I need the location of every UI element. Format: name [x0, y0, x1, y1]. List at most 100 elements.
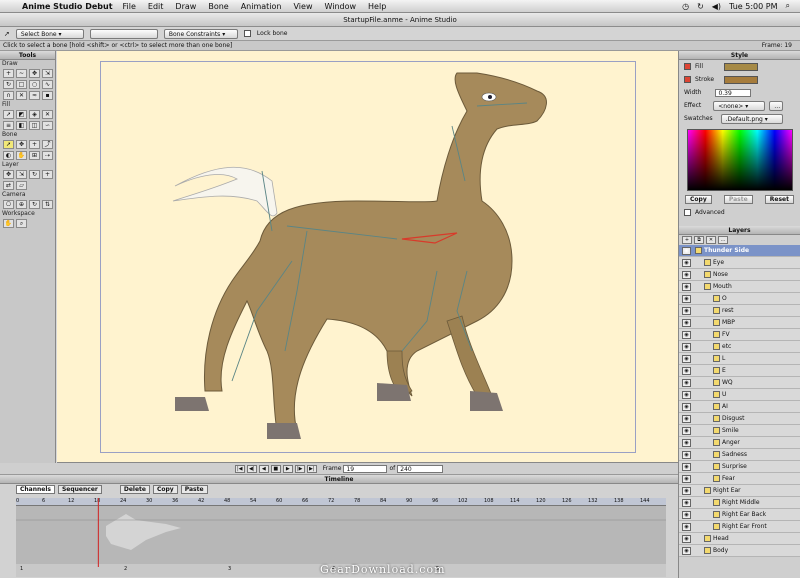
- layer-row[interactable]: ◉ E: [679, 365, 800, 377]
- new-layer-icon[interactable]: +: [682, 236, 692, 244]
- visibility-eye-icon[interactable]: ◉: [682, 438, 691, 447]
- visibility-eye-icon[interactable]: ◉: [682, 294, 691, 303]
- freehand-icon[interactable]: ~: [16, 69, 27, 78]
- delete-layer-icon[interactable]: ✕: [706, 236, 716, 244]
- visibility-eye-icon[interactable]: ◉: [682, 306, 691, 315]
- play-icon[interactable]: ▶: [282, 464, 293, 473]
- menu-view[interactable]: View: [294, 2, 313, 11]
- pan-tilt-camera-icon[interactable]: ⇅: [42, 200, 53, 209]
- visibility-eye-icon[interactable]: ◉: [682, 462, 691, 471]
- layer-row[interactable]: ◉ Nose: [679, 269, 800, 281]
- layer-row[interactable]: ◉ etc: [679, 341, 800, 353]
- layer-settings-icon[interactable]: …: [718, 236, 728, 244]
- hide-edge-icon[interactable]: ◧: [16, 121, 27, 130]
- layer-row[interactable]: ◉ Head: [679, 533, 800, 545]
- stroke-exposure-icon[interactable]: ◫: [29, 121, 40, 130]
- advanced-checkbox[interactable]: [684, 209, 691, 216]
- canvas[interactable]: [57, 51, 678, 463]
- curve-profile-icon[interactable]: ∽: [42, 121, 53, 130]
- lock-bone-checkbox[interactable]: [243, 30, 251, 37]
- layer-row[interactable]: ◉ Thunder Side: [679, 245, 800, 257]
- menu-edit[interactable]: Edit: [148, 2, 164, 11]
- hand-icon[interactable]: ✋: [3, 219, 14, 228]
- layer-row[interactable]: ◉ Anger: [679, 437, 800, 449]
- swatches-dropdown[interactable]: .Default.png ▾: [720, 113, 783, 124]
- visibility-eye-icon[interactable]: ◉: [682, 378, 691, 387]
- layer-row[interactable]: ◉ FV: [679, 329, 800, 341]
- translate-bone-icon[interactable]: ✥: [16, 140, 27, 149]
- delete-edge-icon[interactable]: ✕: [16, 91, 27, 100]
- noise-icon[interactable]: ≈: [29, 91, 40, 100]
- visibility-eye-icon[interactable]: ◉: [682, 474, 691, 483]
- add-point-icon[interactable]: +: [3, 69, 14, 78]
- rewind-icon[interactable]: |◀: [234, 464, 245, 473]
- copy-button[interactable]: Copy: [152, 485, 178, 494]
- offset-bone-icon[interactable]: ⇢: [42, 151, 53, 160]
- oval-icon[interactable]: ○: [29, 80, 40, 89]
- flip-layer-icon[interactable]: ⇄: [3, 181, 14, 190]
- menu-file[interactable]: File: [123, 2, 136, 11]
- fill-color-swatch[interactable]: [724, 62, 758, 71]
- effect-edit-button[interactable]: …: [769, 100, 784, 111]
- layer-row[interactable]: ◉ Smile: [679, 425, 800, 437]
- width-input[interactable]: 0.39: [715, 88, 752, 97]
- stop-icon[interactable]: ■: [270, 464, 281, 473]
- reset-style-button[interactable]: Reset: [764, 195, 794, 204]
- fill-checkbox[interactable]: [684, 63, 691, 70]
- scale-points-icon[interactable]: ⇲: [42, 69, 53, 78]
- paste-style-button[interactable]: Paste: [723, 195, 753, 204]
- bind-layer-icon[interactable]: ⊞: [29, 151, 40, 160]
- layer-row[interactable]: ◉ Right Middle: [679, 497, 800, 509]
- delete-button[interactable]: Delete: [119, 485, 150, 494]
- layer-row[interactable]: ◉ Sadness: [679, 449, 800, 461]
- scale-layer-icon[interactable]: ⇲: [16, 170, 27, 179]
- visibility-eye-icon[interactable]: ◉: [682, 522, 691, 531]
- menu-bone[interactable]: Bone: [208, 2, 228, 11]
- sync-icon[interactable]: ↻: [697, 2, 704, 11]
- visibility-eye-icon[interactable]: ◉: [682, 510, 691, 519]
- visibility-eye-icon[interactable]: ◉: [682, 366, 691, 375]
- add-bone-icon[interactable]: +: [29, 140, 40, 149]
- create-shape-icon[interactable]: ◩: [16, 110, 27, 119]
- color-picker[interactable]: [687, 129, 793, 191]
- layer-row[interactable]: ◉ Body: [679, 545, 800, 557]
- bone-strength-icon[interactable]: ◐: [3, 151, 14, 160]
- menu-animation[interactable]: Animation: [241, 2, 282, 11]
- step-forward-icon[interactable]: |▶: [294, 464, 305, 473]
- visibility-eye-icon[interactable]: ◉: [682, 414, 691, 423]
- visibility-eye-icon[interactable]: ◉: [682, 402, 691, 411]
- track-camera-icon[interactable]: ⎔: [3, 200, 14, 209]
- layer-row[interactable]: ◉ Right Ear: [679, 485, 800, 497]
- layer-row[interactable]: ◉ L: [679, 353, 800, 365]
- menu-window[interactable]: Window: [324, 2, 356, 11]
- line-width-icon[interactable]: ≡: [3, 121, 14, 130]
- menu-help[interactable]: Help: [368, 2, 386, 11]
- set-origin-icon[interactable]: +: [42, 170, 53, 179]
- select-shape-icon[interactable]: ➚: [3, 110, 14, 119]
- select-points-icon[interactable]: ▪: [42, 91, 53, 100]
- menu-draw[interactable]: Draw: [175, 2, 196, 11]
- visibility-eye-icon[interactable]: ◉: [682, 426, 691, 435]
- visibility-eye-icon[interactable]: ◉: [682, 246, 691, 255]
- clock[interactable]: Tue 5:00 PM: [729, 2, 777, 11]
- timeline-tracks[interactable]: [16, 506, 666, 564]
- timemachine-icon[interactable]: ◷: [682, 2, 689, 11]
- tab-sequencer[interactable]: Sequencer: [57, 485, 102, 494]
- select-bone-dropdown[interactable]: Select Bone ▾: [15, 28, 84, 39]
- duplicate-layer-icon[interactable]: ⧉: [694, 236, 704, 244]
- spotlight-icon[interactable]: ⌕: [786, 1, 790, 11]
- layer-row[interactable]: ◉ Right Ear Front: [679, 521, 800, 533]
- frame-input[interactable]: 19: [343, 464, 388, 473]
- translate-layer-icon[interactable]: ✥: [3, 170, 14, 179]
- app-menu[interactable]: Anime Studio Debut: [22, 2, 113, 11]
- layer-row[interactable]: ◉ Right Ear Back: [679, 509, 800, 521]
- visibility-eye-icon[interactable]: ◉: [682, 354, 691, 363]
- blank-field[interactable]: [89, 28, 158, 39]
- layer-row[interactable]: ◉ Disgust: [679, 413, 800, 425]
- magnet-icon[interactable]: ∩: [3, 91, 14, 100]
- rotate-points-icon[interactable]: ↻: [3, 80, 14, 89]
- zoom-camera-icon[interactable]: ⊕: [16, 200, 27, 209]
- visibility-eye-icon[interactable]: ◉: [682, 318, 691, 327]
- visibility-eye-icon[interactable]: ◉: [682, 342, 691, 351]
- manipulate-bones-icon[interactable]: ✋: [16, 151, 27, 160]
